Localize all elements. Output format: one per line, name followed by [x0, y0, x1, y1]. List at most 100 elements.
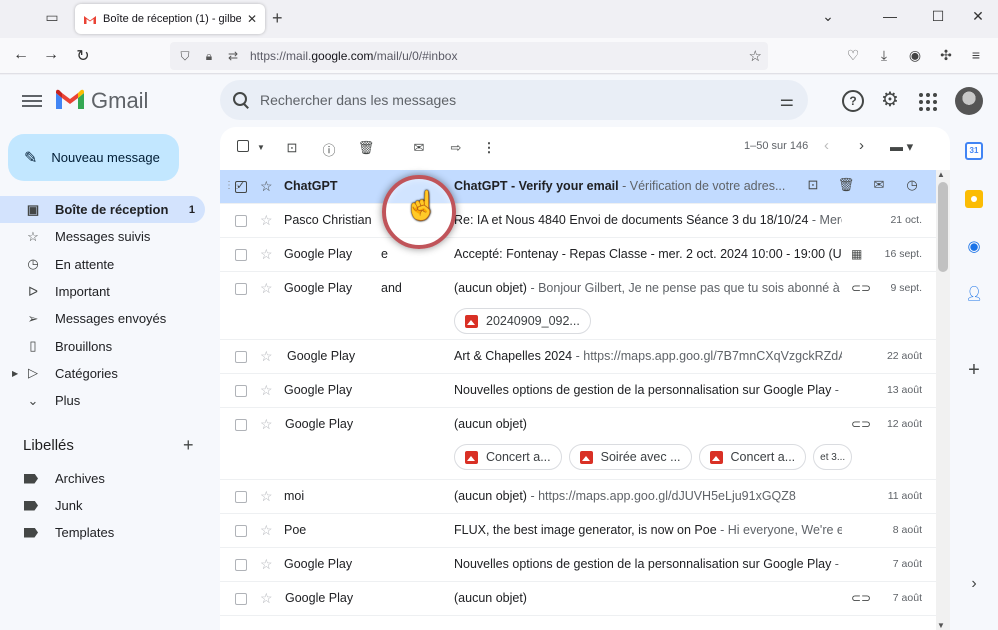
archive-icon[interactable]: ⊡ — [283, 140, 301, 156]
email-row[interactable]: ☆ Pasco Christian Re: IA et Nous 4840 En… — [220, 204, 936, 238]
help-icon[interactable]: ? — [842, 90, 864, 112]
search-bar[interactable]: ⚌ — [220, 80, 808, 120]
gear-icon[interactable]: ⚙ — [879, 87, 901, 111]
row-checkbox[interactable] — [235, 385, 247, 397]
label-item-junk[interactable]: Junk — [0, 492, 210, 519]
new-tab-icon[interactable]: + — [272, 8, 283, 29]
star-icon[interactable]: ☆ — [260, 212, 273, 229]
main-menu-icon[interactable] — [22, 92, 42, 110]
prev-page-icon[interactable]: ‹ — [824, 137, 829, 154]
next-page-icon[interactable]: › — [859, 137, 864, 154]
attachment-chip[interactable]: Soirée avec ... — [568, 444, 692, 470]
permissions-icon[interactable]: ⇄ — [226, 49, 240, 63]
minimize-icon[interactable]: — — [880, 8, 900, 24]
calendar-app-icon[interactable]: 31 — [965, 142, 983, 160]
add-label-icon[interactable]: + — [183, 435, 194, 456]
report-spam-icon[interactable]: ⓘ — [320, 140, 338, 159]
sidebar-item-starred[interactable]: ☆ Messages suivis — [0, 223, 210, 250]
row-checkbox[interactable] — [235, 419, 247, 431]
bookmark-star-icon[interactable]: ☆ — [749, 47, 762, 65]
star-icon[interactable]: ☆ — [260, 488, 273, 505]
expand-panel-icon[interactable]: › — [965, 575, 983, 593]
sidebar-item-snoozed[interactable]: ◷ En attente — [0, 251, 210, 278]
move-to-icon[interactable]: ⇨ — [447, 140, 465, 156]
email-row[interactable]: ☆ Google Play and (aucun objet) - Bonjou… — [220, 272, 936, 340]
attachment-chip[interactable]: 20240909_092... — [454, 308, 591, 334]
sidebar-item-sent[interactable]: ➢ Messages envoyés — [0, 305, 210, 332]
forward-arrow-icon[interactable]: → — [40, 46, 62, 64]
star-icon[interactable]: ☆ — [260, 178, 273, 195]
reload-icon[interactable]: ↻ — [72, 46, 94, 66]
apps-grid-icon[interactable] — [916, 90, 938, 112]
density-toggle-icon[interactable]: ▬ ▾ — [890, 139, 913, 155]
email-row[interactable]: ☆ Poe FLUX, the best image generator, is… — [220, 514, 936, 548]
sidebar-item-drafts[interactable]: ▯ Brouillons — [0, 332, 210, 359]
avatar[interactable] — [955, 87, 983, 115]
star-icon[interactable]: ☆ — [260, 522, 273, 539]
select-dropdown-icon[interactable]: ▼ — [252, 143, 270, 152]
email-row[interactable]: ☆ Google Play (aucun objet) ⊂⊃ 7 août — [220, 582, 936, 616]
sidebar-item-categories[interactable]: ▶ ▷ Catégories — [0, 360, 210, 387]
row-checkbox[interactable] — [235, 283, 247, 295]
pocket-icon[interactable]: ♡ — [843, 47, 863, 64]
search-input[interactable] — [260, 92, 740, 108]
maximize-icon[interactable]: ☐ — [928, 8, 948, 25]
email-row[interactable]: ☆ Google Play Art & Chapelles 2024 - htt… — [220, 340, 936, 374]
star-icon[interactable]: ☆ — [260, 416, 273, 433]
star-icon[interactable]: ☆ — [260, 280, 273, 297]
star-icon[interactable]: ☆ — [260, 246, 273, 263]
label-item-templates[interactable]: Templates — [0, 519, 210, 546]
mark-read-icon[interactable]: ✉ — [410, 140, 428, 156]
scroll-up-icon[interactable]: ▲ — [937, 170, 945, 179]
star-icon[interactable]: ☆ — [260, 348, 273, 365]
tab-list-icon[interactable]: ▭ — [40, 9, 64, 29]
add-addon-icon[interactable]: + — [965, 359, 983, 381]
account-icon[interactable]: ◉ — [905, 47, 925, 64]
url-bar[interactable]: ⛉ 🔒︎ ⇄ https://mail.google.com/mail/u/0/… — [170, 42, 768, 70]
shield-icon[interactable]: ⛉ — [178, 49, 192, 64]
extensions-icon[interactable]: ✣ — [936, 47, 956, 64]
sidebar-item-important[interactable]: ᐅ Important — [0, 278, 210, 305]
menu-icon[interactable]: ≡ — [966, 47, 986, 63]
chevron-down-icon[interactable]: ⌄ — [818, 8, 838, 25]
caret-right-icon[interactable]: ▶ — [12, 369, 18, 378]
email-row[interactable]: ☆ Google Play Nouvelles options de gesti… — [220, 548, 936, 582]
attachment-chip[interactable]: Concert a... — [454, 444, 562, 470]
trash-icon[interactable]: 🗑︎ — [837, 177, 855, 195]
window-close-icon[interactable]: ✕ — [968, 8, 988, 25]
row-checkbox[interactable] — [235, 559, 247, 571]
email-row[interactable]: ☆ Google Play (aucun objet) ⊂⊃ 12 août C… — [220, 408, 936, 480]
search-icon[interactable] — [232, 91, 250, 109]
mark-read-icon[interactable]: ✉ — [870, 177, 888, 195]
row-checkbox[interactable] — [235, 179, 247, 193]
trash-icon[interactable]: 🗑︎ — [357, 140, 375, 156]
sidebar-item-more[interactable]: ⌄ Plus — [0, 387, 210, 414]
row-checkbox[interactable] — [235, 249, 247, 261]
more-attachments-chip[interactable]: et 3... — [813, 444, 853, 470]
download-icon[interactable]: ⤓ — [874, 47, 894, 64]
archive-icon[interactable]: ⊡ — [804, 177, 822, 195]
star-icon[interactable]: ☆ — [260, 590, 273, 607]
star-icon[interactable]: ☆ — [260, 556, 273, 573]
more-options-icon[interactable]: ⋮ — [480, 140, 498, 156]
browser-tab[interactable]: Boîte de réception (1) - gilbertbo ✕ — [75, 4, 265, 34]
select-all-checkbox[interactable] — [234, 140, 252, 155]
email-row[interactable]: ☆ Google Play e Accepté: Fontenay - Repa… — [220, 238, 936, 272]
row-checkbox[interactable] — [235, 215, 247, 227]
label-item-archives[interactable]: Archives — [0, 465, 210, 492]
keep-app-icon[interactable] — [965, 190, 983, 208]
snooze-icon[interactable]: ◷ — [903, 177, 921, 195]
contacts-app-icon[interactable]: 👤︎ — [965, 285, 983, 303]
star-icon[interactable]: ☆ — [260, 382, 273, 399]
email-row[interactable]: ☆ moi (aucun objet) - https://maps.app.g… — [220, 480, 936, 514]
sidebar-item-inbox[interactable]: ▣ Boîte de réception 1 — [0, 196, 205, 224]
email-row[interactable]: ☆ Google Play Nouvelles options de gesti… — [220, 374, 936, 408]
row-checkbox[interactable] — [235, 525, 247, 537]
lock-icon[interactable]: 🔒︎ — [202, 49, 216, 64]
email-row[interactable]: ⋮⋮ ☆ ChatGPT ChatGPT - Verify your email… — [220, 170, 936, 204]
mail-list-scrollbar[interactable]: ▲ ▼ — [936, 170, 950, 630]
tasks-app-icon[interactable]: ◉ — [965, 237, 983, 255]
tab-close-icon[interactable]: ✕ — [247, 12, 257, 26]
url-text[interactable]: https://mail.google.com/mail/u/0/#inbox — [250, 49, 457, 63]
scroll-thumb[interactable] — [938, 182, 948, 272]
